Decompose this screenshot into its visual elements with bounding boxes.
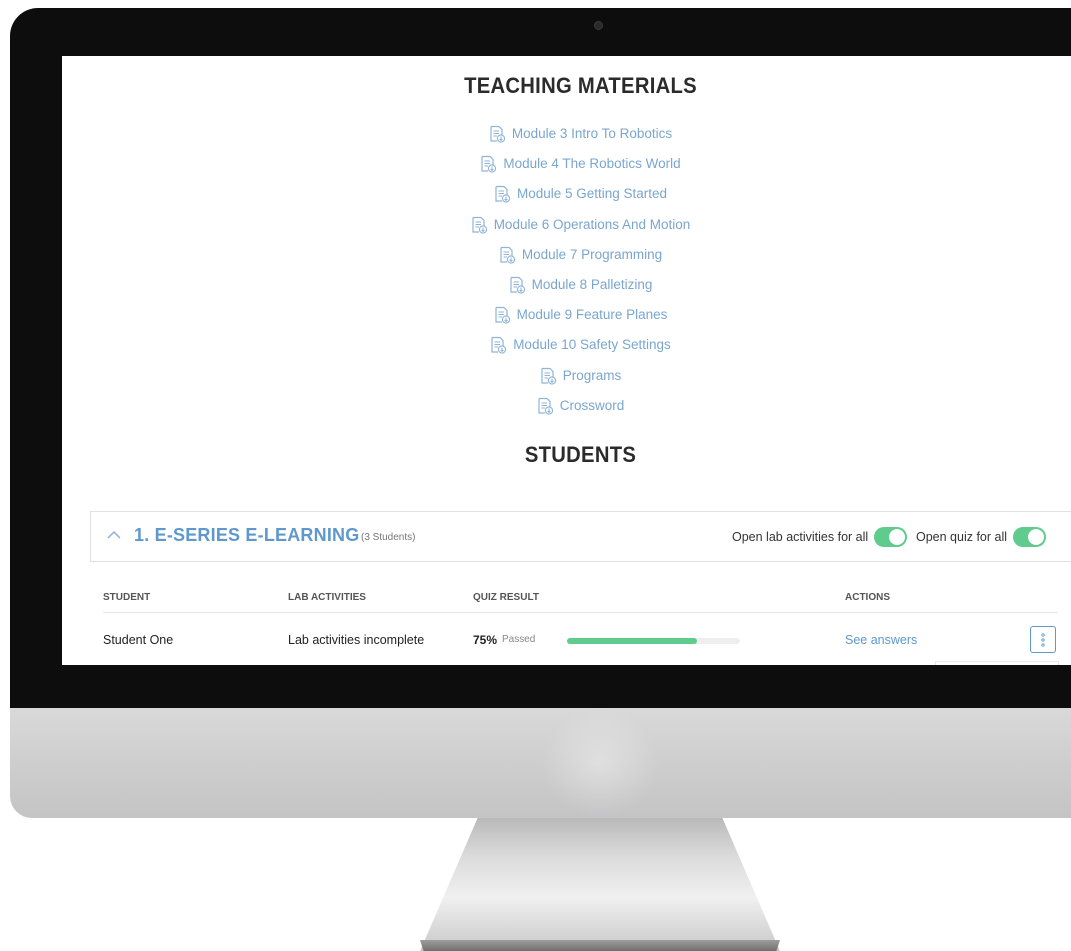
- student-name: Student One: [103, 633, 174, 647]
- row-actions-button[interactable]: [1030, 626, 1056, 653]
- material-link[interactable]: Module 8 Palletizing: [509, 274, 653, 296]
- toggle-knob: [1028, 529, 1045, 545]
- column-header-actions: ACTIONS: [845, 592, 890, 603]
- monitor-stand-base: [420, 940, 780, 951]
- material-label: Module 4 The Robotics World: [503, 156, 681, 172]
- material-item: Module 4 The Robotics World: [62, 153, 1071, 183]
- lab-toggle-group: Open lab activities for all: [732, 527, 908, 547]
- material-item: Programs: [62, 365, 1071, 395]
- material-item: Module 8 Palletizing: [62, 274, 1071, 304]
- material-item: Module 9 Feature Planes: [62, 304, 1071, 334]
- material-label: Programs: [562, 367, 622, 383]
- material-label: Crossword: [559, 397, 625, 413]
- document-download-icon: [541, 367, 556, 385]
- material-link[interactable]: Programs: [540, 365, 622, 387]
- document-download-icon: [481, 156, 497, 173]
- teaching-materials-heading: TEACHING MATERIALS: [464, 73, 697, 98]
- material-label: Module 10 Safety Settings: [513, 337, 671, 353]
- document-download-icon: [509, 276, 525, 294]
- material-link[interactable]: Module 9 Feature Planes: [494, 304, 668, 326]
- camera-icon: [594, 21, 603, 30]
- material-item: Module 3 Intro To Robotics: [62, 123, 1071, 153]
- screen: TEACHING MATERIALS Module 3 Intro To Rob…: [62, 56, 1071, 665]
- material-link[interactable]: Crossword: [537, 395, 625, 417]
- material-label: Module 6 Operations And Motion: [493, 216, 691, 232]
- material-link[interactable]: Module 3 Intro To Robotics: [489, 123, 672, 145]
- quiz-status: Passed: [502, 634, 536, 645]
- document-download-icon: [494, 307, 510, 324]
- material-item: Module 6 Operations And Motion: [62, 214, 1071, 244]
- row-actions-dropdown: [935, 661, 1059, 665]
- quiz-progress-fill: [567, 638, 697, 644]
- material-item: Module 7 Programming: [62, 244, 1071, 274]
- class-title[interactable]: 1. E-SERIES E-LEARNING: [134, 525, 359, 546]
- lab-status: Lab activities incomplete: [288, 633, 425, 647]
- monitor-logo-glare: [540, 708, 660, 818]
- quiz-toggle-group: Open quiz for all: [916, 527, 1047, 547]
- lab-toggle-label: Open lab activities for all: [732, 530, 869, 544]
- quiz-toggle-label: Open quiz for all: [916, 530, 1008, 544]
- see-answers-link[interactable]: See answers: [845, 633, 917, 647]
- material-link[interactable]: Module 4 The Robotics World: [480, 153, 681, 175]
- quiz-toggle[interactable]: [1013, 527, 1047, 547]
- column-header-quiz-result: QUIZ RESULT: [473, 592, 539, 603]
- material-link[interactable]: Module 6 Operations And Motion: [471, 214, 691, 236]
- students-heading: STUDENTS: [524, 442, 637, 467]
- document-download-icon: [472, 216, 487, 234]
- lab-activities-toggle[interactable]: [874, 527, 908, 547]
- document-download-icon: [490, 125, 505, 143]
- material-item: Crossword: [62, 395, 1071, 425]
- document-download-icon: [491, 337, 507, 354]
- material-item: Module 5 Getting Started: [62, 183, 1071, 213]
- material-label: Module 3 Intro To Robotics: [511, 126, 673, 141]
- class-student-count: (3 Students): [361, 532, 416, 543]
- material-label: Module 9 Feature Planes: [516, 307, 668, 323]
- material-label: Module 5 Getting Started: [516, 186, 668, 202]
- document-download-icon: [538, 397, 553, 415]
- material-label: Module 8 Palletizing: [531, 276, 653, 292]
- chevron-up-icon[interactable]: [105, 526, 123, 544]
- material-label: Module 7 Programming: [521, 246, 663, 262]
- material-link[interactable]: Module 10 Safety Settings: [490, 334, 671, 356]
- material-item: Module 10 Safety Settings: [62, 334, 1071, 364]
- quiz-percent: 75%: [473, 633, 498, 647]
- quiz-progress-bar: [567, 638, 740, 644]
- column-header-student: STUDENT: [103, 592, 151, 603]
- toggle-knob: [889, 529, 906, 545]
- material-link[interactable]: Module 7 Programming: [499, 244, 662, 266]
- materials-list: Module 3 Intro To Robotics Module 4 The R…: [62, 123, 1071, 425]
- class-panel-header[interactable]: 1. E-SERIES E-LEARNING (3 Students) Open…: [90, 511, 1071, 562]
- kebab-menu-icon: [1041, 632, 1045, 647]
- document-download-icon: [495, 186, 511, 204]
- monitor-stand: [420, 818, 780, 951]
- material-link[interactable]: Module 5 Getting Started: [494, 183, 667, 205]
- document-download-icon: [500, 246, 515, 264]
- column-header-lab-activities: LAB ACTIVITIES: [288, 592, 366, 603]
- header-divider: [103, 612, 1058, 613]
